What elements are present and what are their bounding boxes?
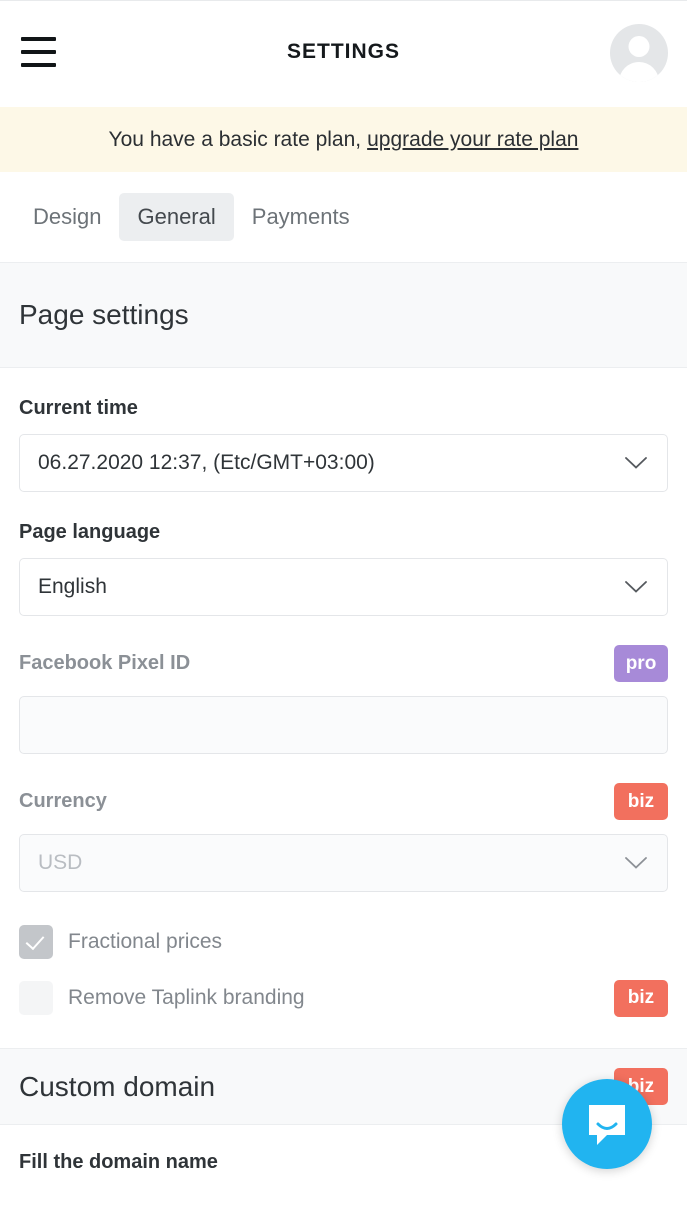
page-settings-form: Current time 06.27.2020 12:37, (Etc/GMT+… [0, 368, 687, 1026]
tab-general[interactable]: General [119, 193, 234, 241]
page-language-value: English [38, 575, 107, 598]
remove-branding-label: Remove Taplink branding [68, 986, 305, 1009]
page-language-group: Page language English [19, 492, 668, 616]
page-language-label-row: Page language [19, 521, 668, 544]
tab-payments[interactable]: Payments [234, 193, 368, 241]
fractional-prices-checkbox[interactable] [19, 925, 53, 959]
biz-badge[interactable]: biz [614, 783, 668, 820]
biz-badge[interactable]: biz [614, 979, 668, 1017]
chevron-down-icon [625, 457, 647, 469]
avatar-head-shape [628, 36, 650, 57]
currency-group: Currency biz USD [19, 754, 668, 892]
remove-branding-control[interactable]: Remove Taplink branding [19, 981, 305, 1015]
currency-value: USD [38, 851, 83, 874]
pro-badge[interactable]: pro [614, 645, 668, 682]
current-time-group: Current time 06.27.2020 12:37, (Etc/GMT+… [19, 368, 668, 492]
rate-plan-banner: You have a basic rate plan, upgrade your… [0, 107, 687, 172]
page-language-label: Page language [19, 521, 161, 543]
facebook-pixel-label: Facebook Pixel ID [19, 652, 191, 674]
fractional-prices-control[interactable]: Fractional prices [19, 925, 222, 959]
fractional-prices-label: Fractional prices [68, 930, 223, 953]
remove-branding-checkbox[interactable] [19, 981, 53, 1015]
settings-tabs: Design General Payments [0, 172, 687, 263]
chevron-down-icon [625, 857, 647, 869]
facebook-pixel-input[interactable] [19, 696, 668, 754]
remove-branding-row[interactable]: Remove Taplink branding biz [19, 970, 668, 1026]
currency-label-row: Currency biz [19, 783, 668, 820]
page-title: SETTINGS [286, 40, 400, 63]
current-time-label: Current time [19, 397, 138, 419]
page-settings-heading: Page settings [0, 263, 687, 368]
page-language-select[interactable]: English [19, 558, 668, 616]
user-avatar-icon[interactable] [610, 24, 668, 82]
currency-select[interactable]: USD [19, 834, 668, 892]
tab-design[interactable]: Design [15, 193, 119, 241]
fractional-prices-row[interactable]: Fractional prices [19, 914, 668, 970]
current-time-select[interactable]: 06.27.2020 12:37, (Etc/GMT+03:00) [19, 434, 668, 492]
current-time-label-row: Current time [19, 397, 668, 420]
custom-domain-heading: Custom domain [19, 1070, 216, 1102]
facebook-pixel-label-row: Facebook Pixel ID pro [19, 645, 668, 682]
current-time-value: 06.27.2020 12:37, (Etc/GMT+03:00) [38, 451, 375, 474]
avatar-body-shape [619, 62, 659, 82]
currency-label: Currency [19, 790, 107, 812]
fill-domain-name-label: Fill the domain name [19, 1151, 218, 1173]
rate-plan-banner-text: You have a basic rate plan, [108, 127, 362, 151]
upgrade-rate-plan-link[interactable]: upgrade your rate plan [367, 128, 578, 152]
chevron-down-icon [625, 581, 647, 593]
intercom-chat-icon[interactable] [562, 1079, 652, 1169]
top-app-bar: SETTINGS [0, 0, 687, 107]
facebook-pixel-group: Facebook Pixel ID pro [19, 616, 668, 754]
